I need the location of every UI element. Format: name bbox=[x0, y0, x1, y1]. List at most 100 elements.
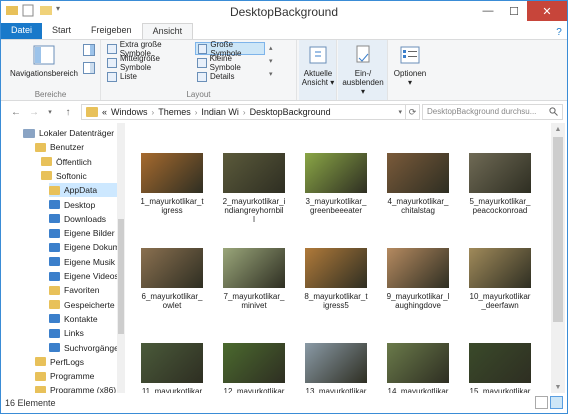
close-button[interactable]: ✕ bbox=[527, 1, 567, 21]
tree-item-label: Eigene Videos bbox=[64, 271, 119, 281]
group-current-view: Aktuelle Ansicht ▾ bbox=[299, 40, 337, 100]
extra-large-icons-icon bbox=[107, 43, 117, 54]
file-name-line: 6_mayurkotlikar_ bbox=[141, 292, 203, 301]
tab-ansicht[interactable]: Ansicht bbox=[141, 23, 194, 39]
file-item[interactable]: 4_mayurkotlikar_ chitalstag bbox=[379, 153, 457, 215]
large-icons-view-toggle[interactable] bbox=[550, 396, 563, 409]
tree-item[interactable]: Softonic bbox=[41, 169, 117, 183]
navigation-pane[interactable]: Lokaler Datenträger (Benutzer Öffentlich S… bbox=[1, 123, 125, 393]
tree-item[interactable]: Programme bbox=[35, 369, 117, 383]
breadcrumb-overflow[interactable]: « bbox=[102, 107, 107, 117]
details-pane-icon[interactable] bbox=[83, 62, 95, 76]
file-item[interactable]: 1_mayurkotlikar_t igress bbox=[133, 153, 211, 215]
tree-item[interactable]: Favoriten bbox=[49, 283, 117, 297]
breadcrumb-separator[interactable]: › bbox=[152, 108, 155, 117]
ribbon: Navigationsbereich Bereiche Extra große … bbox=[1, 39, 567, 101]
preview-pane-icon[interactable] bbox=[83, 44, 95, 58]
breadcrumb-windows[interactable]: Windows bbox=[111, 107, 148, 117]
options-button[interactable]: Optionen ▾ bbox=[391, 44, 429, 87]
forward-button[interactable]: → bbox=[27, 105, 41, 119]
scroll-down-arrow[interactable]: ▼ bbox=[551, 381, 565, 393]
navigation-pane-button[interactable]: Navigationsbereich bbox=[9, 44, 79, 78]
layout-scroll[interactable]: ▴ ▾ ▾ bbox=[269, 42, 279, 82]
tree-item[interactable]: Programme (x86) bbox=[35, 383, 117, 393]
search-input[interactable]: DesktopBackground durchsu... bbox=[422, 104, 563, 120]
folder-icon bbox=[41, 171, 52, 181]
file-view: 1_mayurkotlikar_t igress 2_mayurkotlikar_i… bbox=[127, 123, 551, 393]
tree-item[interactable]: Downloads bbox=[49, 212, 117, 226]
file-item[interactable]: 9_mayurkotlikar_l aughingdove bbox=[379, 248, 457, 310]
file-item[interactable]: 6_mayurkotlikar_ owlet bbox=[133, 248, 211, 310]
maximize-button[interactable]: ☐ bbox=[501, 1, 527, 21]
file-item[interactable]: 2_mayurkotlikar_i ndiangreyhornbil l bbox=[215, 153, 293, 224]
layout-details[interactable]: Details bbox=[195, 70, 265, 83]
file-item[interactable]: 10_mayurkotlikar _deerfawn bbox=[461, 248, 539, 310]
navigation-pane-scrollbar[interactable] bbox=[117, 123, 125, 393]
group-label-bereiche: Bereiche bbox=[34, 90, 67, 99]
file-item[interactable]: 11_mayurkotlikar bbox=[133, 343, 211, 393]
scroll-up-arrow[interactable]: ▲ bbox=[551, 123, 565, 135]
layout-small-icons[interactable]: Kleine Symbole bbox=[195, 54, 265, 72]
back-button[interactable]: ← bbox=[9, 105, 23, 119]
breadcrumb-desktopbackground[interactable]: DesktopBackground bbox=[250, 107, 331, 117]
tree-item-label: PerfLogs bbox=[50, 356, 85, 367]
file-item[interactable]: 5_mayurkotlikar_ peacockonroad bbox=[461, 153, 539, 215]
tree-item[interactable]: Öffentlich bbox=[41, 155, 117, 169]
tab-freigeben[interactable]: Freigeben bbox=[81, 23, 142, 39]
current-view-button[interactable]: Aktuelle Ansicht ▾ bbox=[301, 44, 335, 87]
image-thumbnail bbox=[469, 153, 531, 193]
layout-medium-icons[interactable]: Mittelgroße Symbole bbox=[105, 54, 195, 72]
scrollbar-thumb[interactable] bbox=[553, 137, 563, 322]
file-view-scrollbar[interactable]: ▲ ▼ bbox=[551, 123, 565, 393]
tree-item[interactable]: PerfLogs bbox=[35, 355, 117, 369]
scrollbar-thumb[interactable] bbox=[118, 219, 124, 334]
tree-item[interactable]: Benutzer bbox=[35, 140, 117, 154]
recent-locations-button[interactable]: ▾ bbox=[43, 105, 57, 119]
tree-item[interactable]: Eigene Videos bbox=[49, 269, 119, 283]
help-icon[interactable]: ? bbox=[551, 25, 567, 39]
file-item[interactable]: 13_mayurkotlikar bbox=[297, 343, 375, 393]
address-bar[interactable]: « Windows › Themes › Indian Wi › Desktop… bbox=[81, 104, 406, 120]
breadcrumb-separator[interactable]: › bbox=[243, 108, 246, 117]
show-hide-button[interactable]: Ein-/ ausblenden ▾ bbox=[340, 44, 386, 96]
file-name-line: 1_mayurkotlikar_t bbox=[140, 197, 204, 206]
file-item[interactable]: 12_mayurkotlikar bbox=[215, 343, 293, 393]
breadcrumb-indian-wi[interactable]: Indian Wi bbox=[201, 107, 239, 117]
image-thumbnail bbox=[141, 153, 203, 193]
file-name-line: _deerfawn bbox=[481, 301, 519, 310]
file-name-line: 9_mayurkotlikar_l bbox=[386, 292, 450, 301]
details-view-toggle[interactable] bbox=[535, 396, 548, 409]
refresh-button[interactable]: ⟳ bbox=[406, 104, 420, 120]
breadcrumb-themes[interactable]: Themes bbox=[158, 107, 191, 117]
breadcrumb-separator[interactable]: › bbox=[195, 108, 198, 117]
tree-item[interactable]: Suchvorgänge bbox=[49, 341, 119, 355]
minimize-button[interactable]: — bbox=[475, 1, 501, 21]
tree-item[interactable]: Eigene Bilder bbox=[49, 226, 117, 240]
file-item[interactable]: 14_mayurkotlikar bbox=[379, 343, 457, 393]
tree-item[interactable]: Eigene Musik bbox=[49, 255, 117, 269]
tree-item[interactable]: Eigene Dokume bbox=[49, 240, 124, 254]
file-name-line: owlet bbox=[162, 301, 182, 310]
navigation-row: ← → ▾ ↑ « Windows › Themes › Indian Wi ›… bbox=[1, 102, 567, 122]
current-view-icon bbox=[309, 46, 327, 64]
address-dropdown[interactable]: ▾ bbox=[398, 108, 402, 116]
file-name-line: ndiangreyhornbil bbox=[224, 206, 284, 215]
image-thumbnail bbox=[141, 248, 203, 288]
image-thumbnail bbox=[141, 343, 203, 383]
file-item[interactable]: 3_mayurkotlikar_ greenbeeeater bbox=[297, 153, 375, 215]
tree-item[interactable]: Kontakte bbox=[49, 312, 117, 326]
tree-item[interactable]: Lokaler Datenträger ( bbox=[23, 126, 119, 140]
file-item[interactable]: 7_mayurkotlikar_ minivet bbox=[215, 248, 293, 310]
tab-datei[interactable]: Datei bbox=[1, 23, 43, 39]
up-button[interactable]: ↑ bbox=[61, 105, 75, 119]
tab-start[interactable]: Start bbox=[42, 23, 81, 39]
tree-item[interactable]: Desktop bbox=[49, 198, 117, 212]
file-item[interactable]: 15_mayurkotlikar bbox=[461, 343, 539, 393]
tree-item[interactable]: AppData bbox=[49, 183, 117, 198]
group-options: Optionen ▾ bbox=[389, 40, 431, 100]
layout-list[interactable]: Liste bbox=[105, 70, 195, 83]
tree-item[interactable]: Links bbox=[49, 326, 117, 340]
tree-item[interactable]: Gespeicherte Sp bbox=[49, 298, 125, 312]
file-item[interactable]: 8_mayurkotlikar_t igress5 bbox=[297, 248, 375, 310]
search-icon bbox=[549, 107, 558, 116]
